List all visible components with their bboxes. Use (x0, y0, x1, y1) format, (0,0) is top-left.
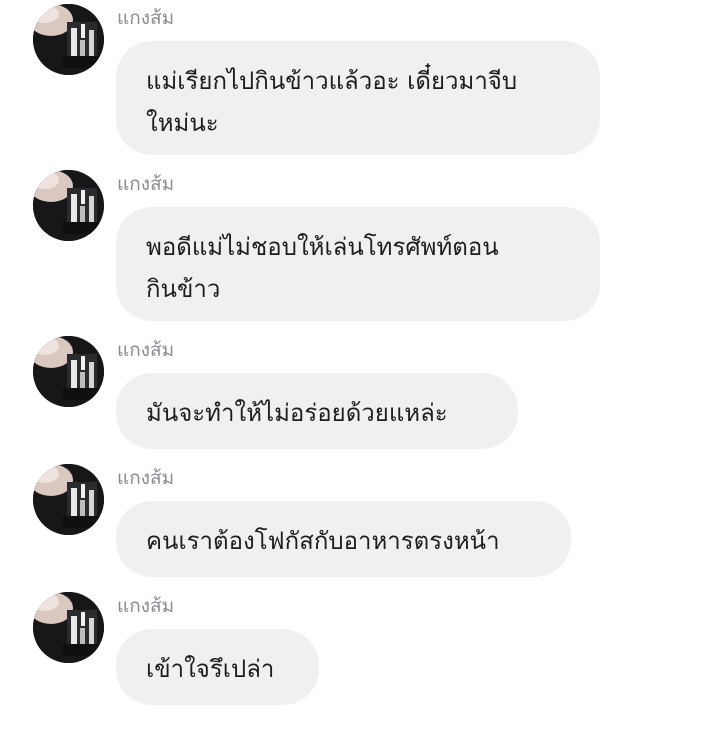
message-bubble[interactable]: คนเราต้องโฟกัสกับอาหารตรงหน้า (116, 501, 571, 577)
message-bubble[interactable]: แม่เรียกไปกินข้าวแล้วอะ เดี๋ยวมาจีบ ใหม่… (116, 41, 600, 155)
sender-name: แกงส้ม (117, 7, 175, 29)
message-bubble[interactable]: เข้าใจรึเปล่า (116, 629, 319, 705)
avatar[interactable] (33, 170, 104, 241)
sender-name: แกงส้ม (117, 467, 175, 489)
sender-name: แกงส้ม (117, 595, 175, 617)
avatar[interactable] (33, 464, 104, 535)
profile-photo-icon (33, 592, 104, 663)
avatar[interactable] (33, 4, 104, 75)
sender-name: แกงส้ม (117, 173, 175, 195)
profile-photo-icon (33, 336, 104, 407)
profile-photo-icon (33, 170, 104, 241)
profile-photo-icon (33, 4, 104, 75)
avatar[interactable] (33, 592, 104, 663)
message-bubble[interactable]: มันจะทำให้ไม่อร่อยด้วยแหล่ะ (116, 373, 518, 449)
avatar[interactable] (33, 336, 104, 407)
sender-name: แกงส้ม (117, 339, 175, 361)
message-bubble[interactable]: พอดีแม่ไม่ชอบให้เล่นโทรศัพท์ตอน กินข้าว (116, 207, 600, 321)
profile-photo-icon (33, 464, 104, 535)
